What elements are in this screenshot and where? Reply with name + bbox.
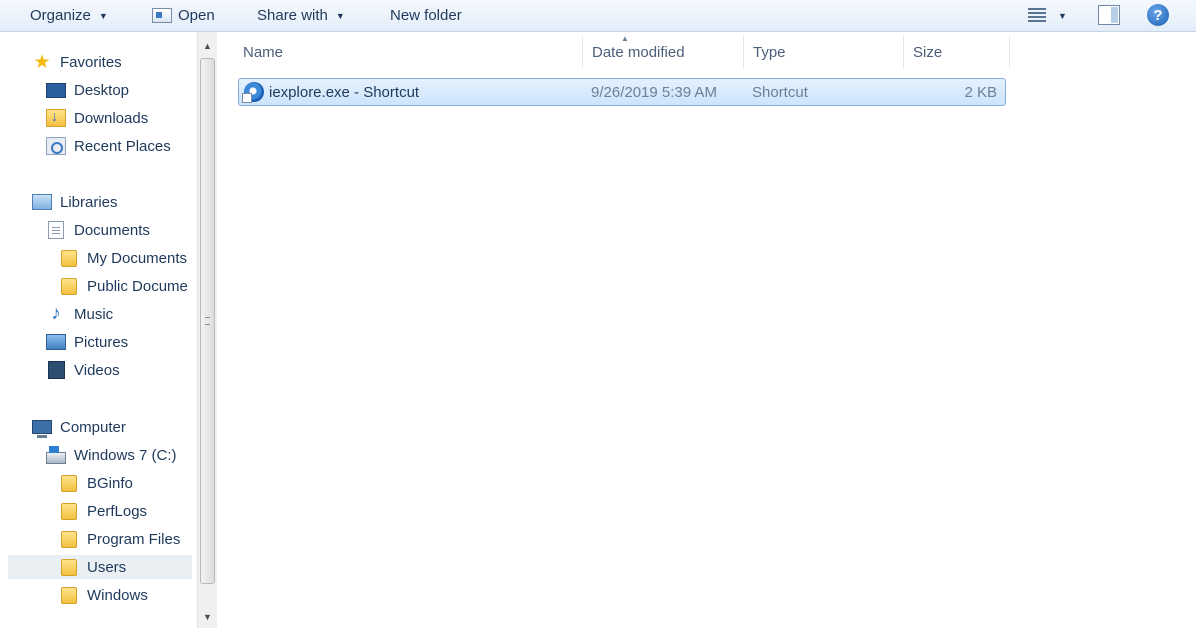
nav-label: Music — [74, 305, 114, 323]
nav-item-libraries[interactable]: Libraries — [32, 190, 118, 214]
nav-label: Public Docume — [87, 277, 188, 295]
column-header-name[interactable]: Name — [243, 32, 283, 72]
column-header-type[interactable]: Type — [753, 32, 786, 72]
music-note-icon: ♪ — [51, 303, 61, 324]
navigation-scrollbar[interactable]: ▲ ▼ — [197, 32, 217, 628]
command-bar: Organize ▼ Open Share with ▼ New folder … — [0, 0, 1196, 32]
nav-label: Recent Places — [74, 137, 171, 155]
nav-item-recent-places[interactable]: Recent Places — [46, 134, 171, 158]
nav-label: Windows — [87, 586, 148, 604]
internet-explorer-shortcut-icon — [242, 82, 264, 103]
nav-item-pictures[interactable]: Pictures — [46, 330, 128, 354]
nav-label: Libraries — [60, 193, 118, 211]
nav-label: Documents — [74, 221, 150, 239]
documents-icon — [48, 221, 64, 239]
nav-item-computer[interactable]: Computer — [32, 415, 126, 439]
file-type: Shortcut — [752, 83, 808, 101]
organize-button[interactable]: Organize ▼ — [30, 0, 108, 31]
open-label: Open — [178, 7, 215, 24]
column-header-date-modified[interactable]: Date modified — [592, 32, 685, 72]
desktop-icon — [46, 82, 66, 98]
nav-item-desktop[interactable]: Desktop — [46, 78, 129, 102]
folder-icon — [61, 474, 77, 492]
nav-item-music[interactable]: ♪ Music — [46, 302, 113, 326]
nav-item-bginfo[interactable]: BGinfo — [59, 471, 133, 495]
chevron-down-icon: ▼ — [98, 10, 108, 21]
column-header-label: Type — [753, 43, 786, 61]
file-row[interactable]: iexplore.exe - Shortcut 9/26/2019 5:39 A… — [238, 78, 1006, 106]
nav-label: Pictures — [74, 333, 129, 351]
help-icon[interactable]: ? — [1147, 4, 1169, 26]
folder-icon — [61, 277, 77, 295]
column-header-size[interactable]: Size — [913, 32, 942, 72]
nav-label: PerfLogs — [87, 502, 148, 520]
nav-label: Downloads — [74, 109, 149, 127]
organize-label: Organize — [30, 7, 91, 24]
nav-item-videos[interactable]: Videos — [46, 358, 120, 382]
column-divider[interactable] — [1009, 36, 1010, 68]
nav-label: Program Files — [87, 530, 181, 548]
column-divider[interactable] — [582, 36, 583, 68]
column-divider[interactable] — [903, 36, 904, 68]
nav-label: Computer — [60, 418, 126, 436]
nav-item-perflogs[interactable]: PerfLogs — [59, 499, 147, 523]
preview-pane-icon[interactable] — [1098, 5, 1120, 25]
file-date-modified: 9/26/2019 5:39 AM — [591, 83, 717, 101]
column-divider[interactable] — [743, 36, 744, 68]
nav-item-users[interactable]: Users — [8, 555, 192, 579]
scrollbar-grip — [205, 317, 210, 325]
drive-icon — [46, 446, 66, 464]
pictures-icon — [46, 334, 66, 350]
nav-item-favorites[interactable]: ★ Favorites — [32, 50, 122, 74]
column-header-label: Size — [913, 43, 943, 61]
libraries-icon — [32, 194, 52, 210]
column-header-label: Date modified — [592, 43, 685, 61]
downloads-icon — [46, 108, 66, 127]
nav-item-windows[interactable]: Windows — [59, 583, 148, 607]
share-with-button[interactable]: Share with ▼ — [257, 0, 345, 31]
share-with-label: Share with — [257, 7, 328, 24]
star-icon: ★ — [33, 51, 51, 73]
column-header-label: Name — [243, 43, 284, 61]
file-name: iexplore.exe - Shortcut — [269, 83, 420, 101]
scroll-down-arrow-icon[interactable]: ▼ — [198, 608, 217, 625]
folder-icon — [61, 502, 77, 520]
nav-label: Favorites — [60, 53, 122, 71]
folder-icon — [61, 586, 77, 604]
nav-item-public-documents[interactable]: Public Docume — [59, 274, 188, 298]
help-label: ? — [1153, 6, 1163, 24]
computer-icon — [32, 420, 52, 438]
folder-icon — [61, 530, 77, 548]
file-size: 2 KB — [964, 83, 997, 101]
nav-label: Users — [87, 558, 127, 576]
nav-item-windows7-drive[interactable]: Windows 7 (C:) — [46, 443, 177, 467]
nav-label: Videos — [74, 361, 120, 379]
nav-item-documents[interactable]: Documents — [46, 218, 150, 242]
recent-places-icon — [46, 137, 66, 155]
nav-label: Windows 7 (C:) — [74, 446, 177, 464]
folder-icon — [61, 558, 77, 576]
scroll-up-arrow-icon[interactable]: ▲ — [198, 37, 217, 54]
view-options-chevron-icon[interactable]: ▼ — [1058, 0, 1067, 31]
nav-label: BGinfo — [87, 474, 133, 492]
nav-label: My Documents — [87, 249, 188, 267]
videos-icon — [48, 361, 65, 379]
folder-icon — [61, 249, 77, 267]
scrollbar-thumb[interactable] — [200, 58, 215, 584]
nav-label: Desktop — [74, 81, 130, 99]
nav-item-program-files[interactable]: Program Files — [59, 527, 180, 551]
nav-item-downloads[interactable]: Downloads — [46, 106, 148, 130]
file-list-pane: ▲ Name Date modified Type Size iexplore.… — [217, 32, 1196, 628]
new-folder-label: New folder — [390, 7, 462, 24]
new-folder-button[interactable]: New folder — [390, 0, 462, 31]
change-view-icon[interactable] — [1028, 7, 1046, 23]
nav-item-my-documents[interactable]: My Documents — [59, 246, 187, 270]
file-name-cell: iexplore.exe - Shortcut — [242, 79, 420, 105]
open-button[interactable]: Open — [152, 0, 215, 31]
open-icon — [152, 8, 172, 23]
navigation-pane: ★ Favorites Desktop Downloads Recent Pla… — [0, 32, 197, 628]
chevron-down-icon: ▼ — [335, 10, 345, 21]
